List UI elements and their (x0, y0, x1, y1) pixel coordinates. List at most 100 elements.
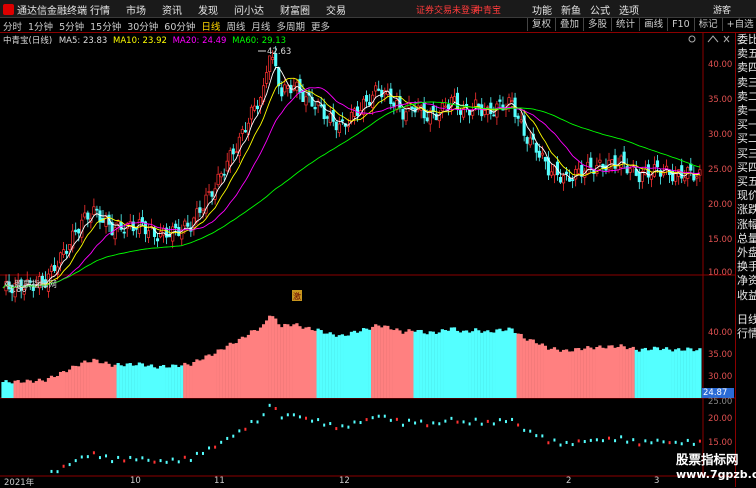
tool-huaxian[interactable]: 画线 (639, 18, 667, 31)
candle-body (271, 57, 275, 60)
period-weekly[interactable]: 周线 (226, 19, 245, 33)
candle-body (692, 173, 696, 181)
candle-body (561, 175, 566, 184)
kline-chart[interactable]: 42.63 7.80 激 (0, 32, 735, 487)
side-item: 卖二 (737, 89, 756, 103)
tool-zixuan[interactable]: +自选 (721, 18, 756, 31)
candle-body (74, 229, 78, 233)
side-tab-quote[interactable]: 行情 (736, 327, 756, 341)
sub-candle (498, 418, 501, 422)
gear-icon[interactable]: ⚙ (4, 280, 12, 290)
indicator-bar (495, 329, 499, 398)
menu-gongshi[interactable]: 公式 (590, 2, 610, 17)
side-item: 换手 (737, 260, 756, 274)
menu-faxian[interactable]: 发现 (198, 2, 218, 17)
indicator-bar (16, 380, 20, 398)
side-item: 买三 (737, 146, 756, 160)
sub-candle (408, 418, 411, 422)
indicator-bar (586, 346, 590, 398)
indicator-bar (346, 335, 351, 398)
menu-jiaoyi[interactable]: 交易 (326, 2, 346, 17)
candle-body (674, 173, 678, 182)
indicator-bar (7, 382, 11, 398)
indicator-bar (58, 371, 63, 398)
indicator-bar (355, 332, 360, 398)
sub-candle (135, 458, 138, 462)
menu-zixun[interactable]: 资讯 (162, 2, 182, 17)
sub-candle (638, 443, 641, 447)
period-60min[interactable]: 60分钟 (164, 19, 195, 33)
indicator-bar (377, 325, 381, 398)
indicator-bar (249, 330, 254, 398)
indicator-bar (298, 326, 302, 398)
period-30min[interactable]: 30分钟 (127, 19, 158, 33)
sub-candle (589, 438, 592, 442)
indicator-bar (49, 375, 54, 398)
right-menu: 功能 新鱼 公式 选项 (532, 2, 648, 17)
sub-candle (98, 456, 101, 460)
indicator-bar (431, 331, 435, 398)
menu-wenxiaoda[interactable]: 问小达 (234, 2, 264, 17)
tool-duogu[interactable]: 多股 (583, 18, 611, 31)
indicator-bar (389, 329, 393, 398)
indicator-bar (425, 334, 429, 398)
indicator-bar (10, 383, 14, 398)
period-daily[interactable]: 日线 (201, 19, 220, 33)
login-notice[interactable]: 证券交易未登录 (416, 3, 479, 16)
menu-caifuquan[interactable]: 财富圈 (280, 2, 310, 17)
indicator-bar (661, 348, 666, 398)
indicator-bar (113, 364, 117, 398)
indicator-bar (668, 349, 672, 398)
sub-candle (444, 419, 447, 423)
indicator-bar (28, 380, 32, 398)
menu-gongneng[interactable]: 功能 (532, 2, 552, 17)
candle-body (286, 85, 290, 89)
indicator-bar (80, 362, 84, 398)
candle-body (219, 173, 223, 178)
period-monthly[interactable]: 月线 (251, 19, 270, 33)
candle-body (83, 212, 87, 218)
menu-xinyu[interactable]: 新鱼 (561, 2, 581, 17)
indicator-bar (252, 330, 257, 398)
side-item: 卖三 (737, 75, 756, 89)
indicator-bar (583, 348, 587, 398)
tool-tongji[interactable]: 统计 (611, 18, 639, 31)
candle-body (59, 252, 63, 264)
indicator-bar (255, 330, 260, 398)
indicator-bar (452, 327, 457, 398)
menu-hangqing[interactable]: 行情 (90, 2, 110, 17)
period-more[interactable]: 更多 (311, 19, 330, 33)
indicator-bar (480, 332, 484, 398)
watermark-title: 股票指标网 (676, 452, 739, 467)
period-fenshi[interactable]: 分时 (3, 19, 22, 33)
period-5min[interactable]: 5分钟 (59, 19, 84, 33)
indicator-bar (25, 379, 29, 398)
sub-candle (535, 434, 538, 438)
period-15min[interactable]: 15分钟 (90, 19, 121, 33)
candle-body (249, 106, 254, 120)
tool-fuquan[interactable]: 复权 (527, 18, 555, 31)
period-1min[interactable]: 1分钟 (28, 19, 53, 33)
side-item: 现价 (737, 189, 756, 203)
tool-biaoji[interactable]: 标记 (693, 18, 722, 31)
menu-xuanxiang[interactable]: 选项 (619, 2, 639, 17)
period-multi[interactable]: 多周期 (276, 19, 305, 33)
indicator-bar (513, 333, 517, 398)
indicator-bar (455, 330, 460, 398)
indicator-bar (558, 351, 563, 398)
candle-body (537, 150, 541, 158)
side-item: 委比 (737, 33, 756, 46)
sub-candle (220, 440, 223, 444)
indicator-bar (22, 382, 26, 398)
tool-diejia[interactable]: 叠加 (555, 18, 583, 31)
sub-candle (383, 414, 386, 418)
current-stock-name: 中青宝 (474, 6, 502, 16)
side-spacer (736, 303, 756, 313)
tool-f10[interactable]: F10 (667, 18, 694, 31)
indicator-bar (186, 364, 190, 398)
menu-shichang[interactable]: 市场 (126, 2, 146, 17)
side-tab-daily[interactable]: 日线 (736, 313, 756, 327)
guest-label[interactable]: 游客 (713, 3, 731, 16)
y-tick: 15.00 (708, 235, 733, 245)
indicator-bar (531, 339, 535, 398)
